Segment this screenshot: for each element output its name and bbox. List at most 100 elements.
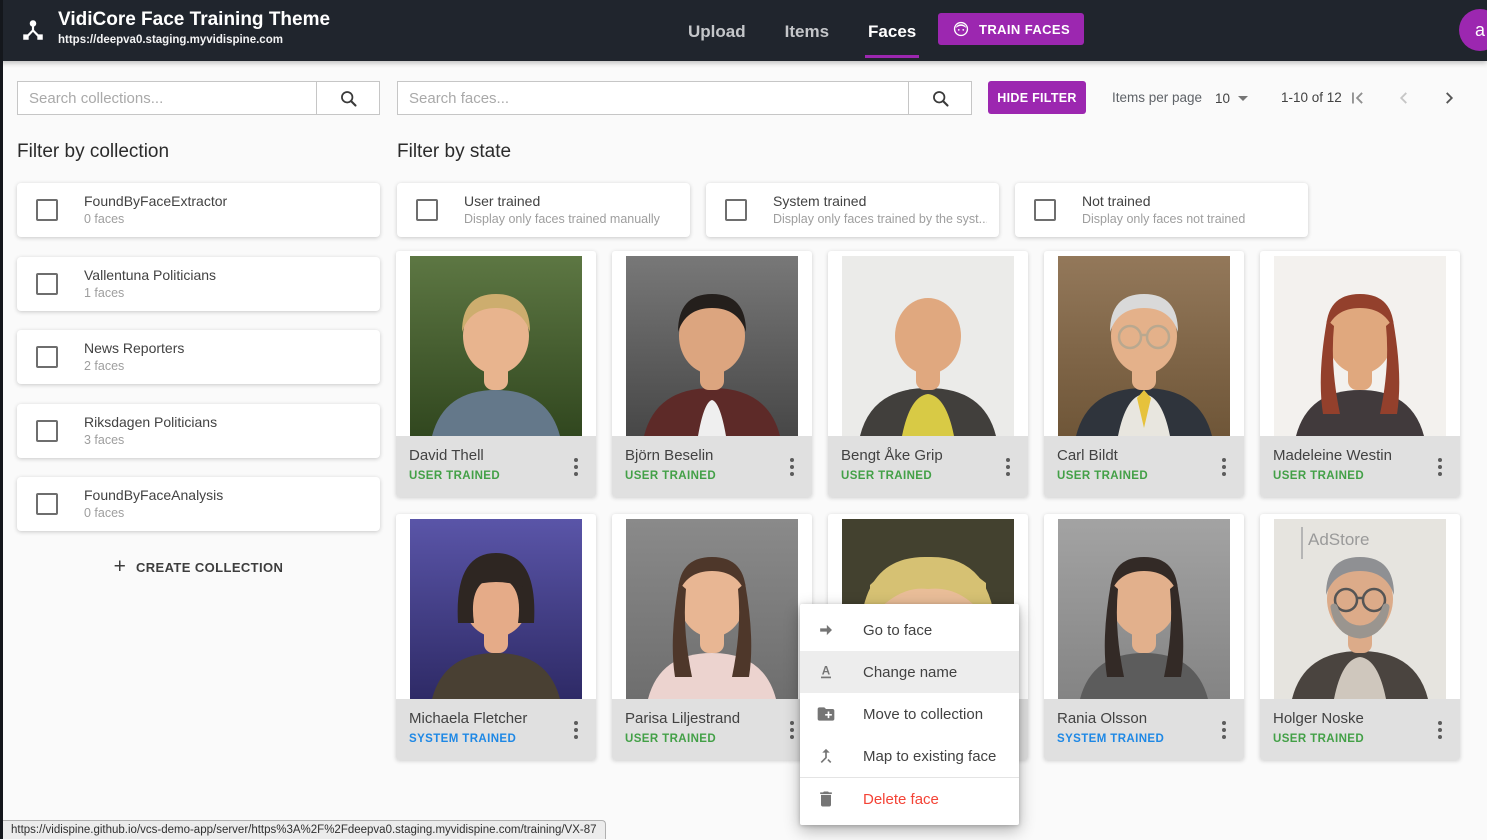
menu-item-label: Move to collection	[863, 706, 983, 723]
menu-item-map-to-existing-face[interactable]: Map to existing face	[800, 735, 1019, 777]
more-options-icon[interactable]	[1211, 715, 1237, 745]
search-icon	[338, 88, 359, 109]
collection-card-text: Vallentuna Politicians 1 faces	[84, 266, 216, 302]
more-options-icon[interactable]	[995, 452, 1021, 482]
face-card: AdStore Holger Noske USER TRAINED	[1260, 514, 1460, 760]
state-filter-card[interactable]: User trained Display only faces trained …	[397, 183, 690, 237]
chevron-right-icon	[1438, 87, 1460, 109]
menu-item-delete-face[interactable]: Delete face	[800, 778, 1019, 820]
collection-face-count: 1 faces	[84, 285, 216, 302]
face-name: Madeleine Westin	[1273, 447, 1426, 464]
items-per-page-select[interactable]: 10	[1215, 81, 1248, 115]
app-logo-hub-icon	[20, 17, 46, 43]
face-card: Rania Olsson SYSTEM TRAINED	[1044, 514, 1244, 760]
more-options-icon[interactable]	[1211, 452, 1237, 482]
previous-page-button[interactable]	[1392, 86, 1416, 110]
train-faces-button[interactable]: TRAIN FACES	[938, 13, 1084, 45]
more-options-icon[interactable]	[1427, 715, 1453, 745]
state-card-text: User trained Display only faces trained …	[464, 192, 660, 228]
collection-checkbox[interactable]	[36, 273, 58, 295]
user-avatar[interactable]: a	[1459, 9, 1487, 51]
collection-name: Vallentuna Politicians	[84, 266, 216, 285]
window-edge-strip	[0, 0, 3, 839]
next-page-button[interactable]	[1437, 86, 1461, 110]
face-card-footer: Bengt Åke Grip USER TRAINED	[828, 436, 1028, 497]
collection-filter-card[interactable]: FoundByFaceAnalysis 0 faces	[17, 477, 380, 531]
items-per-page-label: Items per page	[1112, 81, 1202, 115]
search-faces-button[interactable]	[908, 82, 971, 114]
menu-item-go-to-face[interactable]: Go to face	[800, 609, 1019, 651]
face-state-badge: USER TRAINED	[1273, 470, 1426, 482]
collection-filter-card[interactable]: Riksdagen Politicians 3 faces	[17, 404, 380, 458]
face-photo[interactable]: AdStore	[1274, 519, 1446, 699]
face-state-badge: USER TRAINED	[625, 733, 778, 745]
state-description: Display only faces trained by the syst..…	[773, 211, 987, 228]
tab-items[interactable]: Items	[782, 0, 832, 61]
link-status-bar: https://vidispine.github.io/vcs-demo-app…	[3, 820, 606, 839]
plus-icon: +	[114, 557, 126, 577]
collection-card-text: FoundByFaceExtractor 0 faces	[84, 192, 227, 228]
search-collections-button[interactable]	[316, 82, 379, 114]
collection-checkbox[interactable]	[36, 346, 58, 368]
collection-checkbox[interactable]	[36, 493, 58, 515]
face-photo[interactable]	[842, 256, 1014, 436]
items-per-page-value: 10	[1215, 91, 1230, 106]
create-collection-label: CREATE COLLECTION	[136, 560, 283, 575]
face-photo[interactable]	[1274, 256, 1446, 436]
face-name: David Thell	[409, 447, 562, 464]
state-description: Display only faces trained manually	[464, 211, 660, 228]
collection-checkbox[interactable]	[36, 420, 58, 442]
face-state-badge: USER TRAINED	[409, 470, 562, 482]
face-card: Michaela Fletcher SYSTEM TRAINED	[396, 514, 596, 760]
hide-filter-button[interactable]: HIDE FILTER	[988, 81, 1086, 114]
tab-faces[interactable]: Faces	[865, 0, 919, 61]
menu-item-label: Change name	[863, 664, 957, 681]
svg-text:A: A	[822, 665, 831, 678]
face-card: David Thell USER TRAINED	[396, 251, 596, 497]
first-page-button[interactable]	[1346, 86, 1370, 110]
face-state-badge: USER TRAINED	[841, 470, 994, 482]
tab-upload[interactable]: Upload	[685, 0, 749, 61]
title-block: VidiCore Face Training Theme https://dee…	[58, 8, 330, 48]
arrow-right-icon	[816, 620, 836, 640]
folder-plus-icon	[816, 704, 836, 724]
app-header: VidiCore Face Training Theme https://dee…	[0, 0, 1487, 61]
face-card-footer: Holger Noske USER TRAINED	[1260, 699, 1460, 760]
collection-filter-card[interactable]: FoundByFaceExtractor 0 faces	[17, 183, 380, 237]
face-photo[interactable]	[410, 519, 582, 699]
menu-item-change-name[interactable]: A Change name	[800, 651, 1019, 693]
face-name: Parisa Liljestrand	[625, 710, 778, 727]
face-icon	[952, 20, 970, 38]
menu-item-move-to-collection[interactable]: Move to collection	[800, 693, 1019, 735]
state-filter-card[interactable]: System trained Display only faces traine…	[706, 183, 999, 237]
more-options-icon[interactable]	[1427, 452, 1453, 482]
create-collection-button[interactable]: + CREATE COLLECTION	[17, 552, 380, 582]
face-photo[interactable]	[626, 519, 798, 699]
state-filter-card[interactable]: Not trained Display only faces not train…	[1015, 183, 1308, 237]
more-options-icon[interactable]	[563, 452, 589, 482]
state-checkbox[interactable]	[725, 199, 747, 221]
collection-face-count: 3 faces	[84, 432, 217, 449]
collection-checkbox[interactable]	[36, 199, 58, 221]
more-options-icon[interactable]	[563, 715, 589, 745]
collection-filter-card[interactable]: News Reporters 2 faces	[17, 330, 380, 384]
search-collections-input[interactable]	[18, 82, 316, 114]
search-faces-input[interactable]	[398, 82, 908, 114]
menu-item-label: Go to face	[863, 622, 932, 639]
face-photo[interactable]	[410, 256, 582, 436]
menu-item-label: Map to existing face	[863, 748, 996, 765]
state-card-text: System trained Display only faces traine…	[773, 192, 987, 228]
state-checkbox[interactable]	[1034, 199, 1056, 221]
pagination-range-label: 1-10 of 12	[1281, 81, 1342, 115]
collection-filter-card[interactable]: Vallentuna Politicians 1 faces	[17, 257, 380, 311]
state-checkbox[interactable]	[416, 199, 438, 221]
collection-face-count: 2 faces	[84, 358, 184, 375]
collection-face-count: 0 faces	[84, 211, 227, 228]
face-card-footer: Michaela Fletcher SYSTEM TRAINED	[396, 699, 596, 760]
face-photo[interactable]	[1058, 519, 1230, 699]
face-photo[interactable]	[1058, 256, 1230, 436]
more-options-icon[interactable]	[779, 452, 805, 482]
face-photo[interactable]	[626, 256, 798, 436]
collection-name: FoundByFaceAnalysis	[84, 486, 223, 505]
state-title: User trained	[464, 192, 660, 211]
